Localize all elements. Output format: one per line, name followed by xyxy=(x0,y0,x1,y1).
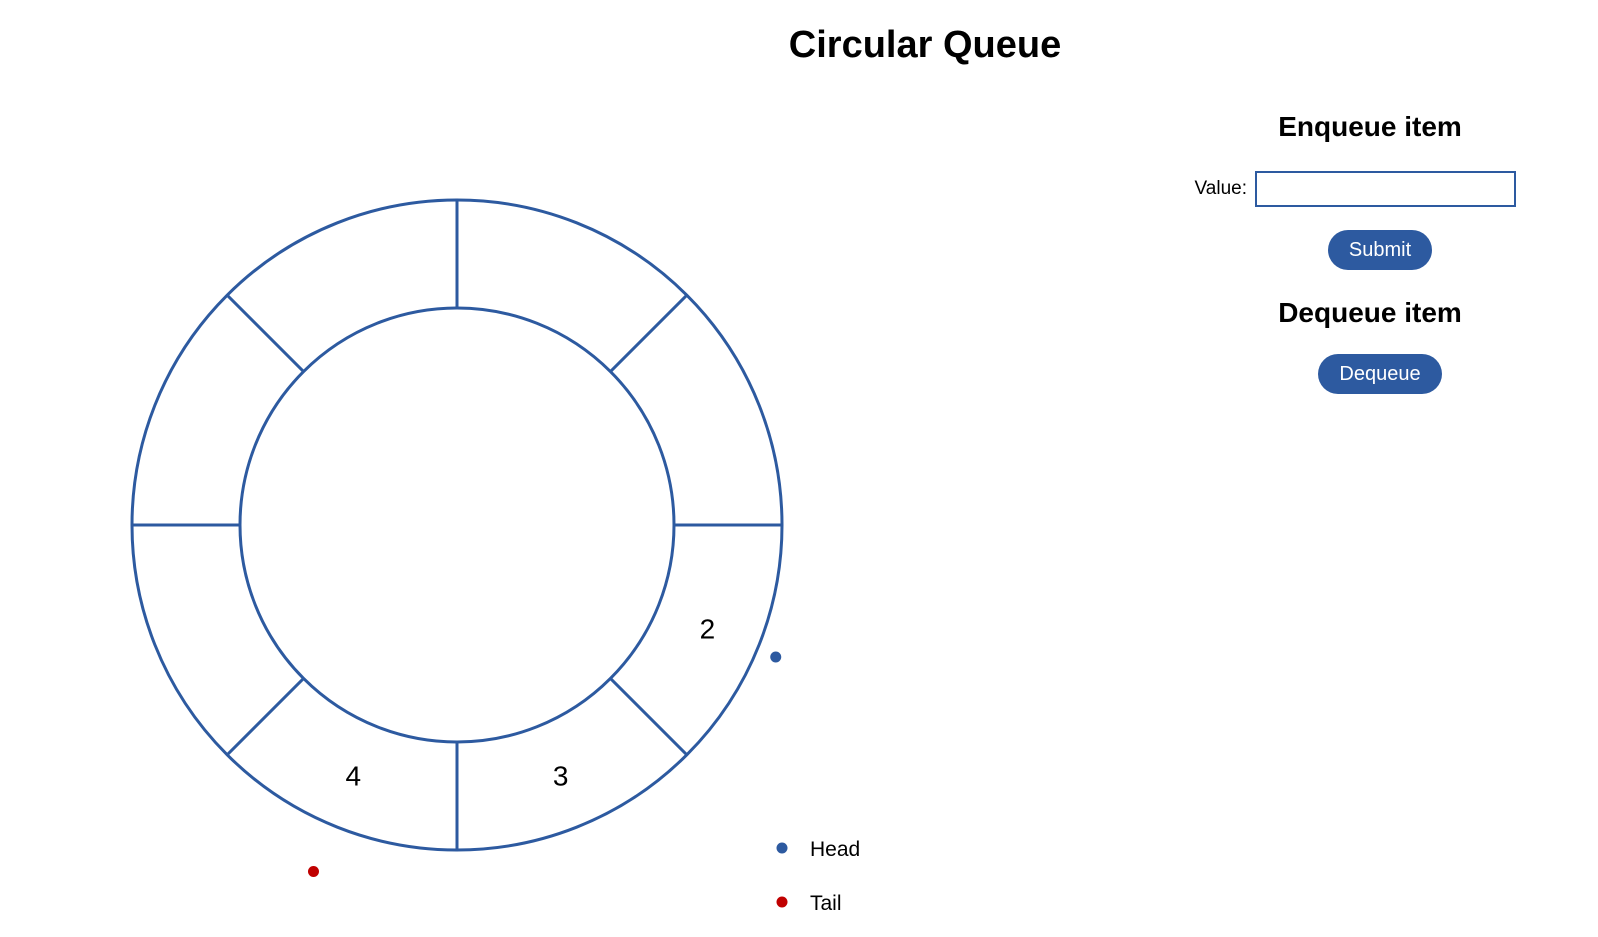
dequeue-heading: Dequeue item xyxy=(1278,297,1462,328)
value-label: Value: xyxy=(1194,178,1247,199)
legend-head-label: Head xyxy=(810,838,860,861)
head-pointer-marker xyxy=(770,651,782,663)
queue-slot-value: 4 xyxy=(346,760,362,791)
queue-slot-value: 2 xyxy=(700,614,716,645)
slot-divider xyxy=(226,294,305,373)
control-panel: Enqueue item Value: Submit Dequeue item … xyxy=(1190,110,1530,394)
legend-head-marker xyxy=(776,842,788,854)
dequeue-button[interactable]: Dequeue xyxy=(1318,354,1442,394)
queue-pointer-markers xyxy=(307,651,782,877)
tail-pointer-marker xyxy=(307,865,319,877)
slot-divider xyxy=(226,677,305,756)
enqueue-value-input[interactable] xyxy=(1255,171,1516,207)
enqueue-heading: Enqueue item xyxy=(1278,111,1462,142)
queue-slot-values: 2 3 4 xyxy=(346,614,716,792)
submit-button[interactable]: Submit xyxy=(1327,230,1433,270)
enqueue-value-row: Value: xyxy=(1190,171,1530,207)
queue-slot-value: 3 xyxy=(553,760,569,791)
queue-ring xyxy=(130,198,784,852)
legend-tail-label: Tail xyxy=(810,892,842,915)
ring-inner-circle xyxy=(238,306,676,744)
slot-divider xyxy=(609,677,688,756)
slot-divider xyxy=(609,294,688,373)
legend-tail-marker xyxy=(776,896,788,908)
legend: Head Tail xyxy=(776,838,860,915)
